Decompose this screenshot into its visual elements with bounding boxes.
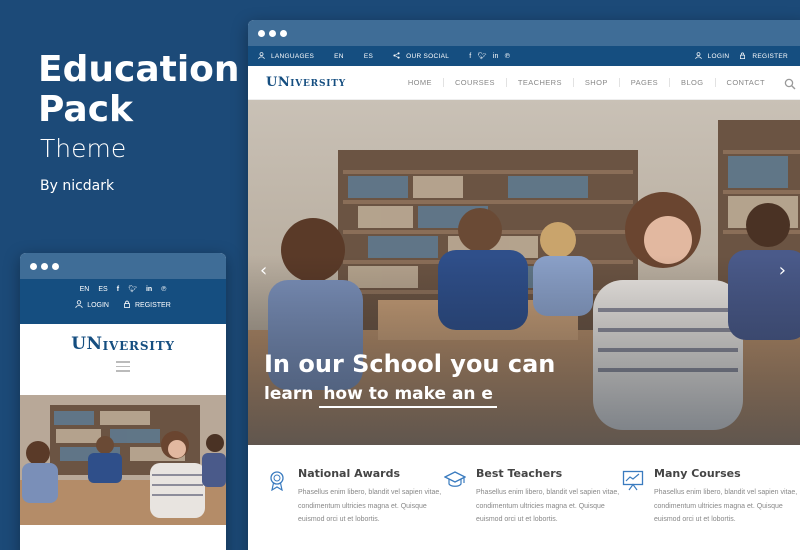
linkedin-icon[interactable]: in bbox=[146, 286, 152, 293]
lang-es-link[interactable]: ES bbox=[364, 53, 373, 60]
linkedin-icon[interactable]: in bbox=[493, 53, 499, 60]
features-row: National Awards Phasellus enim libero, b… bbox=[248, 445, 800, 527]
window-dot-icon bbox=[52, 262, 59, 270]
logo-text-big: UN bbox=[266, 75, 291, 90]
hero-slider: ‹ › In our School you can learn how to ma… bbox=[248, 100, 800, 445]
slider-prev-arrow[interactable]: ‹ bbox=[260, 260, 267, 281]
lock-icon bbox=[123, 300, 131, 310]
hero-learn-text: learn bbox=[264, 384, 314, 404]
mobile-top-bar: EN ES f 🐦︎ in ℗ LOGIN REGISTER bbox=[20, 279, 226, 324]
mobile-hero-image bbox=[20, 395, 226, 525]
languages-label: LANGUAGES bbox=[271, 52, 315, 60]
menu-item-contact[interactable]: CONTACT bbox=[714, 78, 777, 87]
feature-item: Best Teachers Phasellus enim libero, bla… bbox=[443, 467, 622, 527]
window-titlebar bbox=[20, 253, 226, 279]
mobile-site-logo[interactable]: UN IVERSITY bbox=[20, 324, 226, 354]
top-bar: LANGUAGES EN ES OUR SOCIAL f 🐦︎ in ℗ LOG… bbox=[248, 46, 800, 66]
hero-typed-text: how to make an e bbox=[319, 384, 497, 408]
slider-next-arrow[interactable]: › bbox=[779, 260, 786, 281]
feature-title: Many Courses bbox=[654, 467, 741, 480]
twitter-icon[interactable]: 🐦︎ bbox=[477, 52, 486, 60]
menu-item-shop[interactable]: SHOP bbox=[572, 78, 619, 87]
window-dot-icon bbox=[280, 29, 287, 37]
chart-board-icon bbox=[622, 469, 644, 491]
feature-item: National Awards Phasellus enim libero, b… bbox=[266, 467, 444, 527]
share-icon bbox=[393, 51, 400, 61]
logo-text-rest: IVERSITY bbox=[290, 79, 346, 89]
desktop-preview-window: LANGUAGES EN ES OUR SOCIAL f 🐦︎ in ℗ LOG… bbox=[248, 20, 800, 550]
login-link[interactable]: LOGIN bbox=[708, 53, 730, 60]
promo-title: Education Pack bbox=[38, 49, 240, 130]
feature-text: Phasellus enim libero, blandit vel sapie… bbox=[476, 489, 620, 523]
window-dot-icon bbox=[258, 29, 265, 37]
search-icon[interactable] bbox=[784, 77, 796, 89]
facebook-icon[interactable]: f bbox=[117, 286, 119, 293]
menu-item-teachers[interactable]: TEACHERS bbox=[505, 78, 573, 87]
feature-text: Phasellus enim libero, blandit vel sapie… bbox=[654, 489, 798, 523]
lang-en-link[interactable]: EN bbox=[334, 53, 344, 60]
login-user-icon bbox=[75, 300, 83, 310]
register-link[interactable]: REGISTER bbox=[135, 302, 171, 309]
feature-title: Best Teachers bbox=[476, 467, 563, 480]
mobile-preview-window: EN ES f 🐦︎ in ℗ LOGIN REGISTER UN IVERSI… bbox=[20, 253, 226, 550]
window-dot-icon bbox=[41, 262, 48, 270]
hamburger-menu-icon[interactable] bbox=[116, 361, 130, 372]
main-menu: HOME COURSES TEACHERS SHOP PAGES BLOG CO… bbox=[397, 77, 796, 89]
menu-item-blog[interactable]: BLOG bbox=[669, 78, 714, 87]
feature-item: Many Courses Phasellus enim libero, blan… bbox=[622, 467, 800, 527]
logo-text-rest: IVERSITY bbox=[102, 339, 175, 353]
promo-byline: By nicdark bbox=[40, 178, 115, 194]
feature-text: Phasellus enim libero, blandit vel sapie… bbox=[298, 489, 442, 523]
twitter-icon[interactable]: 🐦︎ bbox=[128, 285, 137, 293]
menu-item-home[interactable]: HOME bbox=[397, 78, 443, 87]
award-icon bbox=[266, 469, 288, 492]
lock-icon bbox=[739, 52, 746, 61]
main-navbar: UN IVERSITY HOME COURSES TEACHERS SHOP PA… bbox=[248, 66, 800, 100]
register-link[interactable]: REGISTER bbox=[752, 53, 788, 60]
window-dot-icon bbox=[30, 262, 37, 270]
hero-headline: In our School you can bbox=[264, 350, 556, 378]
facebook-icon[interactable]: f bbox=[469, 53, 471, 60]
menu-item-courses[interactable]: COURSES bbox=[442, 78, 506, 87]
login-link[interactable]: LOGIN bbox=[87, 302, 109, 309]
window-titlebar bbox=[248, 20, 800, 46]
lang-en-link[interactable]: EN bbox=[80, 286, 90, 293]
hero-subheadline: learn how to make an e bbox=[264, 384, 497, 408]
feature-title: National Awards bbox=[298, 467, 401, 480]
menu-item-pages[interactable]: PAGES bbox=[618, 78, 669, 87]
site-logo[interactable]: UN IVERSITY bbox=[266, 75, 346, 90]
login-user-icon bbox=[694, 51, 702, 61]
window-dot-icon bbox=[269, 29, 276, 37]
promo-subtitle: Theme bbox=[40, 134, 127, 163]
pinterest-icon[interactable]: ℗ bbox=[505, 53, 510, 60]
graduation-cap-icon bbox=[443, 469, 467, 491]
user-icon bbox=[258, 51, 265, 61]
social-label: OUR SOCIAL bbox=[406, 52, 450, 60]
logo-text-big: UN bbox=[71, 334, 103, 354]
lang-es-link[interactable]: ES bbox=[98, 286, 107, 293]
pinterest-icon[interactable]: ℗ bbox=[161, 286, 166, 293]
